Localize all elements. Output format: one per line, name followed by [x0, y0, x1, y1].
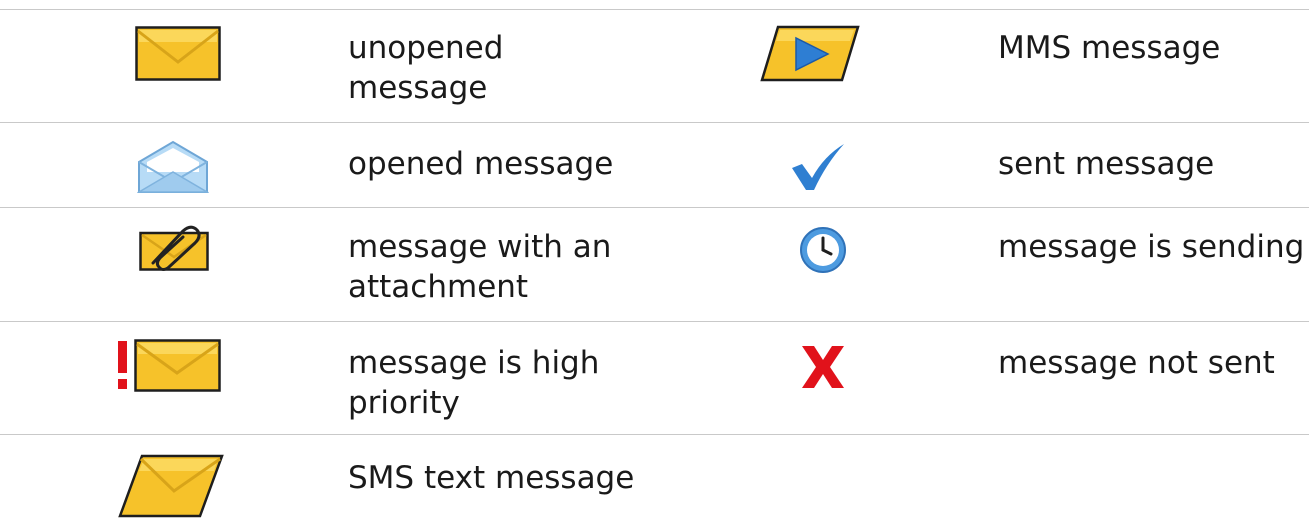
label-opened-message: opened message [348, 144, 613, 184]
label-sent-message: sent message [998, 144, 1214, 184]
not-sent-x-icon [802, 346, 844, 388]
label-line: message with an [348, 229, 612, 265]
label-unopened-message: unopened message [348, 28, 503, 108]
label-line: priority [348, 385, 460, 421]
label-line: opened message [348, 146, 614, 182]
mms-message-icon [760, 25, 860, 82]
label-line: message is high [348, 345, 600, 381]
label-line: attachment [348, 269, 529, 305]
label-line: unopened [348, 30, 504, 66]
opened-message-icon [137, 140, 209, 193]
sms-message-icon [118, 454, 224, 518]
message-icon-legend: unopened message MMS message opened mess… [0, 0, 1309, 518]
high-priority-message-icon [118, 339, 221, 392]
label-line: message is sending [998, 229, 1305, 265]
label-attachment-message: message with an attachment [348, 227, 611, 307]
label-message-sending: message is sending [998, 227, 1304, 267]
row-divider [0, 321, 1309, 322]
attachment-message-icon [139, 225, 209, 271]
sending-clock-icon [800, 227, 846, 273]
label-sms-message: SMS text message [348, 458, 634, 498]
label-message-not-sent: message not sent [998, 343, 1275, 383]
row-divider [0, 122, 1309, 123]
unopened-message-icon [135, 26, 221, 81]
label-line: SMS text message [348, 460, 635, 496]
label-high-priority-message: message is high priority [348, 343, 599, 423]
row-divider [0, 207, 1309, 208]
label-mms-message: MMS message [998, 28, 1220, 68]
label-line: message not sent [998, 345, 1275, 381]
label-line: sent message [998, 146, 1215, 182]
label-line: MMS message [998, 30, 1221, 66]
label-line: message [348, 70, 488, 106]
row-divider [0, 9, 1309, 10]
sent-checkmark-icon [792, 144, 844, 190]
row-divider [0, 434, 1309, 435]
